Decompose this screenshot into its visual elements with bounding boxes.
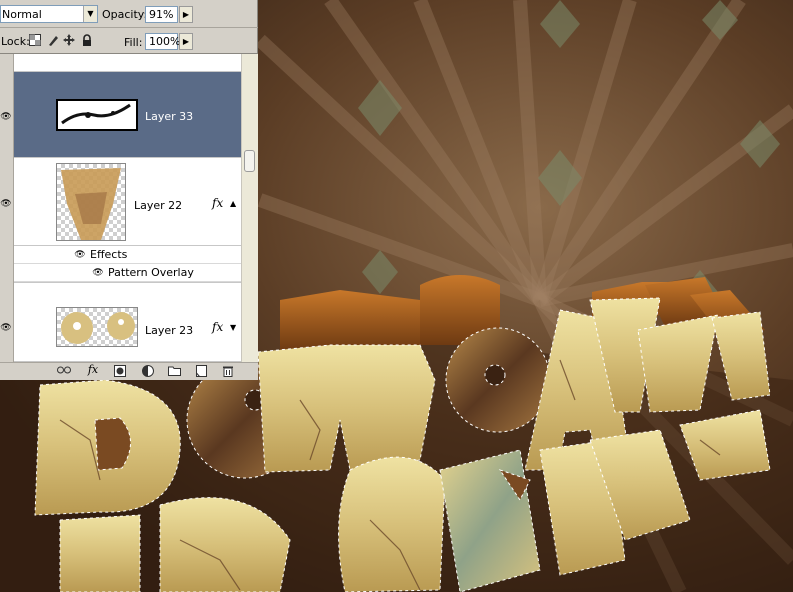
fill-input[interactable]: 100% [145,33,180,50]
layer-list-scrollbar[interactable] [241,54,258,362]
layers-panel-footer: fx [0,362,258,380]
opacity-input[interactable]: 91% [145,6,178,23]
layer-list: 👁 Layer 33 👁 Layer 22 fx ▲ 👁 Effects 👁 P… [0,54,258,362]
lock-all-icon[interactable] [80,34,94,48]
blend-opacity-row: Normal ▼ Opacity: 91% ▶ [0,0,258,28]
layer-row-layer-22[interactable]: Layer 22 fx ▲ [14,158,241,246]
fill-slider-arrow-icon[interactable]: ▶ [179,33,193,50]
layers-panel: Normal ▼ Opacity: 91% ▶ Lock: Fill: 100%… [0,0,258,380]
scrollbar-thumb[interactable] [244,150,255,172]
layer-thumbnail [56,163,126,241]
layer-name: Layer 22 [134,199,183,212]
layer-row-layer-23[interactable]: Layer 23 fx ▼ [14,282,241,362]
folder-icon[interactable] [167,365,181,377]
eye-icon[interactable]: 👁 [0,323,12,333]
effects-row[interactable]: 👁 Effects [14,246,241,264]
lock-image-pixels-icon[interactable] [46,34,60,48]
eye-icon[interactable]: 👁 [92,268,104,278]
chevron-down-icon[interactable]: ▼ [83,6,97,22]
expand-effects-icon[interactable]: ▼ [230,323,236,332]
effect-row-pattern-overlay[interactable]: 👁 Pattern Overlay [14,264,241,282]
fx-icon[interactable]: fx [86,364,100,376]
layer-thumbnail [56,307,138,347]
eye-icon[interactable]: 👁 [0,112,12,122]
effects-label: Effects [90,248,128,261]
layer-row-layer-33[interactable]: Layer 33 [14,72,241,158]
trash-icon[interactable] [221,365,235,377]
eye-icon[interactable]: 👁 [0,199,12,209]
adjustment-icon[interactable] [141,365,155,377]
effect-name: Pattern Overlay [108,266,194,279]
lock-transparent-pixels-icon[interactable] [28,34,42,48]
fx-badge-icon[interactable]: fx [212,196,223,210]
fx-badge-icon[interactable]: fx [212,320,223,334]
eye-icon[interactable]: 👁 [74,250,86,260]
mask-icon[interactable] [113,365,127,377]
opacity-slider-arrow-icon[interactable]: ▶ [179,6,193,23]
lock-label: Lock: [1,35,30,48]
layer-row-partial[interactable] [14,54,241,72]
blend-mode-select[interactable]: Normal ▼ [0,5,98,23]
layer-name: Layer 23 [145,324,194,337]
opacity-label: Opacity: [102,8,148,21]
new-layer-icon[interactable] [194,365,208,377]
fill-label: Fill: [124,36,143,49]
blend-mode-value: Normal [2,8,42,21]
lock-position-icon[interactable] [62,34,76,48]
layer-name: Layer 33 [145,110,194,123]
expand-effects-icon[interactable]: ▲ [230,199,236,208]
layer-thumbnail [56,99,138,131]
link-icon[interactable] [57,365,71,377]
